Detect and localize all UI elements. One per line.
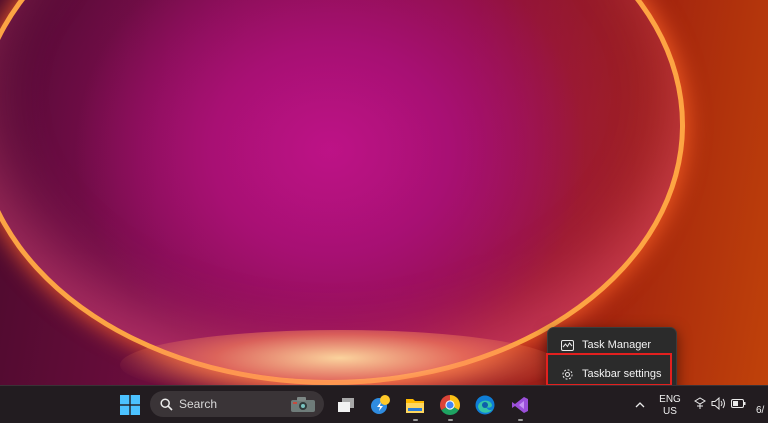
search-placeholder: Search [179,397,218,411]
start-button[interactable] [117,392,143,418]
highlight-annotation [546,353,672,386]
visual-studio-icon [512,397,528,413]
battery-icon [731,399,746,408]
network-icon [694,397,706,409]
search-highlight-camera-icon [291,397,315,412]
quick-settings-button[interactable] [690,394,750,414]
visual-studio-button[interactable] [507,392,533,421]
widgets-button[interactable] [368,392,394,418]
weather-widget-icon [371,395,390,414]
file-explorer-button[interactable] [402,392,428,421]
edge-button[interactable] [472,392,498,418]
language-indicator[interactable]: ENG US [656,392,684,418]
edge-icon [475,395,495,415]
running-indicator [518,419,523,421]
volume-icon [711,397,725,410]
running-indicator [413,419,418,421]
windows-logo-icon [120,395,140,415]
task-view-icon [338,398,354,412]
language-code: ENG [659,394,681,405]
menu-item-label: Task Manager [582,339,652,351]
task-manager-icon [560,338,574,352]
clock-date[interactable]: 6/ [756,405,768,416]
chrome-icon [440,395,460,415]
keyboard-layout: US [663,406,677,417]
task-view-button[interactable] [333,392,359,418]
search-icon [160,397,173,411]
show-hidden-icons-button[interactable] [627,392,653,418]
chrome-button[interactable] [437,392,463,421]
running-indicator [448,419,453,421]
wallpaper-bloom-ring [0,0,680,380]
chevron-up-icon [635,402,645,408]
file-explorer-icon [406,398,424,413]
taskbar-search-box[interactable]: Search [150,391,324,417]
